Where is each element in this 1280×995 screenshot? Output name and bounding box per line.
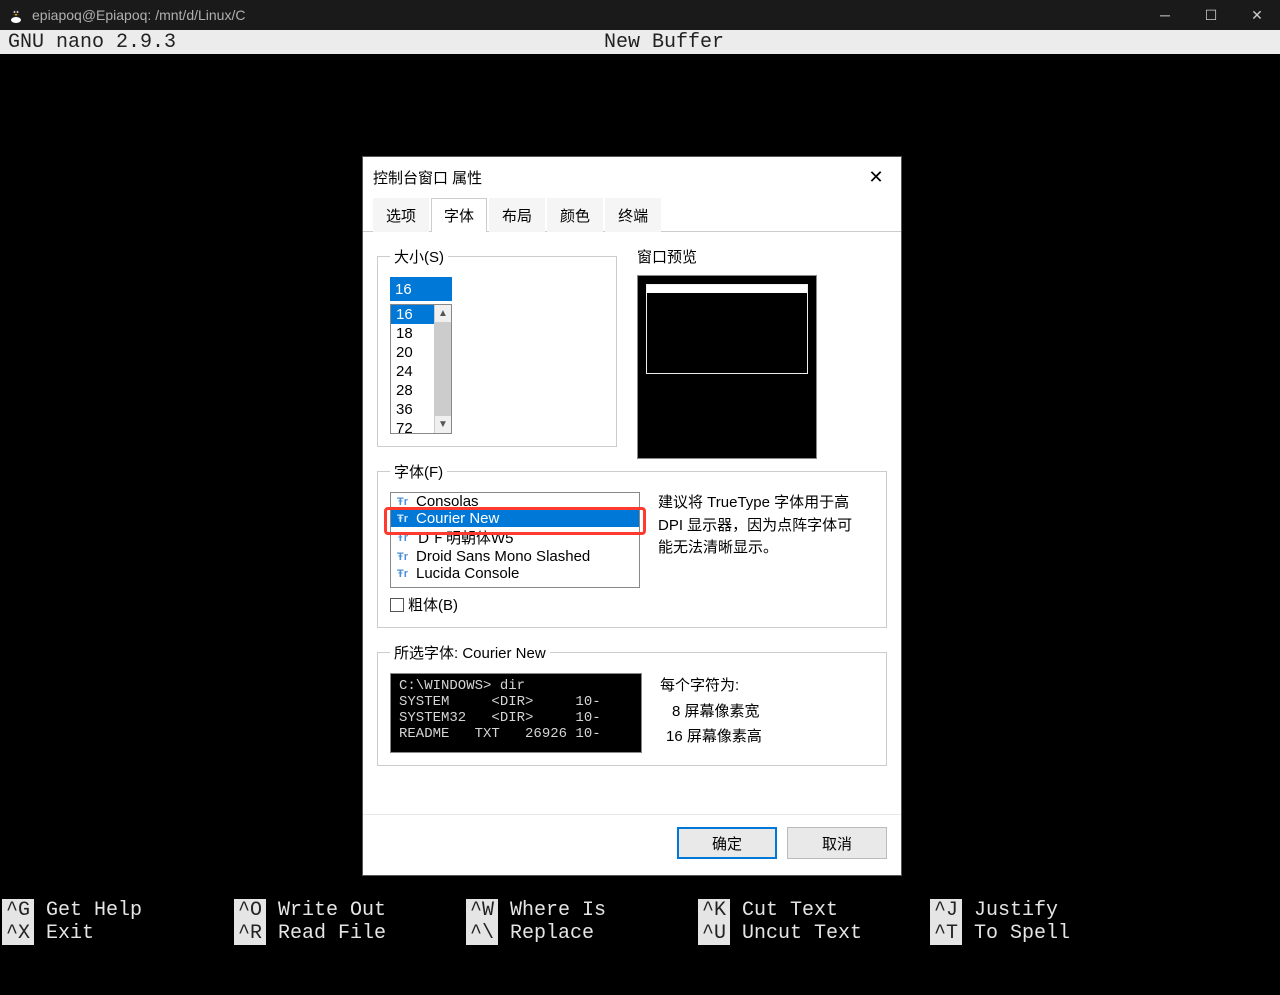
font-option-label: Droid Sans Mono Slashed <box>416 548 590 565</box>
truetype-icon: Ŧr <box>397 568 411 580</box>
metrics-height: 16 屏幕像素高 <box>660 724 762 750</box>
metrics-title: 每个字符为: <box>660 673 762 699</box>
nano-key: ^U <box>698 922 730 945</box>
nano-key-label: Cut Text <box>742 899 838 922</box>
nano-shortcut: ^U Uncut Text <box>698 922 930 945</box>
font-option-label: Consolas <box>416 493 479 510</box>
terminal-body[interactable]: ^G Get Help ^O Write Out ^W Where Is ^K Cut Tex… <box>0 54 1280 995</box>
font-option[interactable]: Ŧr Droid Sans Mono Slashed <box>391 548 639 565</box>
nano-header: GNU nano 2.9.3 New Buffer <box>0 30 1280 54</box>
nano-key-label: Exit <box>46 922 94 945</box>
font-listbox[interactable]: Ŧr Consolas Ŧr Courier New Ŧr ＤＦ明朝体W5 Ŧr Droid … <box>390 492 640 588</box>
maximize-button[interactable]: ☐ <box>1188 0 1234 30</box>
font-option[interactable]: Ŧr Lucida Console <box>391 565 639 582</box>
window-title: epiapoq@Epiapoq: /mnt/d/Linux/C <box>32 7 245 23</box>
nano-key: ^O <box>234 899 266 922</box>
nano-shortcut: ^G Get Help <box>2 899 234 922</box>
nano-key: ^W <box>466 899 498 922</box>
tab-2[interactable]: 布局 <box>489 198 545 232</box>
font-sample: C:\WINDOWS> dir SYSTEM <DIR> 10- SYSTEM3… <box>390 673 642 753</box>
font-option-label: Courier New <box>416 510 499 527</box>
tab-1[interactable]: 字体 <box>431 198 487 232</box>
font-scrollbar[interactable]: ▲ ▼ <box>391 582 639 588</box>
nano-key-label: Where Is <box>510 899 606 922</box>
nano-key: ^X <box>2 922 34 945</box>
nano-shortcut: ^\ Replace <box>466 922 698 945</box>
nano-key-label: Uncut Text <box>742 922 862 945</box>
nano-shortcut: ^W Where Is <box>466 899 698 922</box>
nano-key: ^J <box>930 899 962 922</box>
font-option[interactable]: Ŧr ＤＦ明朝体W5 <box>391 527 639 548</box>
dialog-titlebar[interactable]: 控制台窗口 属性 ✕ <box>363 157 901 197</box>
font-note: 建议将 TrueType 字体用于高 DPI 显示器，因为点阵字体可能无法清晰显… <box>658 492 858 560</box>
font-option[interactable]: Ŧr Courier New <box>391 510 639 527</box>
selected-font-label: 所选字体: Courier New <box>390 642 550 663</box>
tab-3[interactable]: 颜色 <box>547 198 603 232</box>
nano-key-label: Get Help <box>46 899 142 922</box>
truetype-icon: Ŧr <box>397 532 411 544</box>
tux-icon <box>8 7 24 23</box>
cancel-button[interactable]: 取消 <box>787 827 887 859</box>
font-option-label: Lucida Console <box>416 565 519 582</box>
minimize-button[interactable]: ─ <box>1142 0 1188 30</box>
scroll-up-icon[interactable]: ▲ <box>435 305 451 322</box>
font-label: 字体(F) <box>390 461 447 482</box>
size-input[interactable] <box>390 277 452 301</box>
bold-label: 粗体(B) <box>408 594 458 615</box>
metrics-width: 8 屏幕像素宽 <box>660 699 762 725</box>
nano-key: ^K <box>698 899 730 922</box>
window-titlebar: epiapoq@Epiapoq: /mnt/d/Linux/C ─ ☐ ✕ <box>0 0 1280 30</box>
nano-key: ^\ <box>466 922 498 945</box>
preview-box <box>637 275 817 459</box>
nano-key: ^G <box>2 899 34 922</box>
nano-shortcut: ^X Exit <box>2 922 234 945</box>
nano-shortcut: ^K Cut Text <box>698 899 930 922</box>
font-option-label: ＤＦ明朝体W5 <box>416 527 514 548</box>
console-properties-dialog: 控制台窗口 属性 ✕ 选项字体布局颜色终端 大小(S) 161820242836… <box>362 156 902 876</box>
nano-key-label: Replace <box>510 922 594 945</box>
tab-4[interactable]: 终端 <box>605 198 661 232</box>
size-scrollbar[interactable]: ▲ ▼ <box>434 305 451 433</box>
nano-shortcut: ^O Write Out <box>234 899 466 922</box>
font-option[interactable]: Ŧr Consolas <box>391 493 639 510</box>
nano-key: ^R <box>234 922 266 945</box>
preview-label: 窗口预览 <box>637 246 887 267</box>
nano-shortcut: ^T To Spell <box>930 922 1162 945</box>
dialog-tabs: 选项字体布局颜色终端 <box>363 197 901 232</box>
nano-key-label: Write Out <box>278 899 386 922</box>
size-listbox[interactable]: 16182024283672 ▲ ▼ <box>390 304 452 434</box>
nano-shortcut: ^J Justify <box>930 899 1162 922</box>
dialog-close-button[interactable]: ✕ <box>861 167 891 188</box>
ok-button[interactable]: 确定 <box>677 827 777 859</box>
nano-key-label: Read File <box>278 922 386 945</box>
nano-buffer-name: New Buffer <box>56 31 1272 54</box>
truetype-icon: Ŧr <box>397 551 411 563</box>
truetype-icon: Ŧr <box>397 496 411 508</box>
nano-shortcuts: ^G Get Help ^O Write Out ^W Where Is ^K Cut Tex… <box>0 899 1280 945</box>
truetype-icon: Ŧr <box>397 513 411 525</box>
nano-key-label: To Spell <box>974 922 1070 945</box>
scroll-up-icon[interactable]: ▲ <box>391 582 639 588</box>
nano-key: ^T <box>930 922 962 945</box>
bold-checkbox[interactable] <box>390 598 404 612</box>
scroll-down-icon[interactable]: ▼ <box>435 416 451 433</box>
size-label: 大小(S) <box>390 246 448 267</box>
nano-key-label: Justify <box>974 899 1058 922</box>
tab-0[interactable]: 选项 <box>373 198 429 232</box>
nano-shortcut: ^R Read File <box>234 922 466 945</box>
dialog-title: 控制台窗口 属性 <box>373 167 482 188</box>
close-button[interactable]: ✕ <box>1234 0 1280 30</box>
